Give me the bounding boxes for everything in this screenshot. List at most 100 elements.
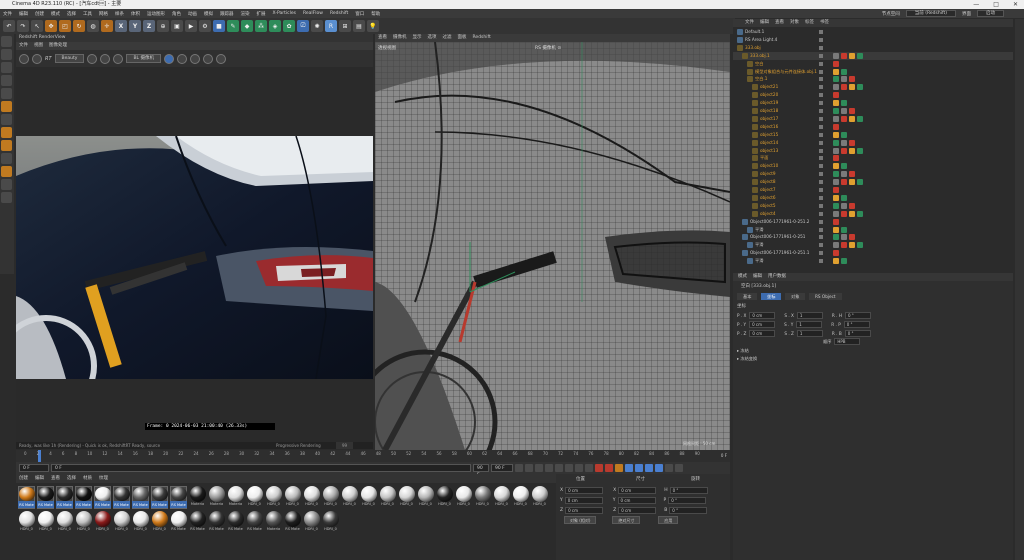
coord-rot-b-field[interactable]: 0 ° [669,507,708,514]
visibility-dot-icon[interactable] [819,148,823,153]
object-name[interactable]: 333.obj [745,44,761,52]
object-tag-icon[interactable] [857,242,863,249]
object-tag-icon[interactable] [833,147,839,154]
visibility-dot-icon[interactable] [819,132,823,137]
object-name[interactable]: object9 [760,170,776,178]
object-name[interactable]: object5 [760,202,776,210]
menu-item[interactable]: 工具 [83,11,92,17]
object-tag-icon[interactable] [841,100,847,107]
object-tag-icon[interactable] [841,202,847,209]
object-name[interactable]: object8 [760,178,776,186]
viewport-canvas[interactable] [375,42,730,450]
loop-icon[interactable] [585,464,593,472]
object-tag-icon[interactable] [849,115,855,122]
object-name[interactable]: Object006-1771961-0-251 [750,233,805,241]
coord-apply-button[interactable]: 应用 [658,516,679,524]
visibility-dot-icon[interactable] [819,45,823,50]
axis-x-button[interactable]: X [115,20,127,32]
viewport-menu-item[interactable]: 查看 [378,34,387,42]
edges-mode-icon[interactable] [1,75,12,86]
material-menu-item[interactable]: 选择 [67,474,76,483]
attr-pos-x-field[interactable]: 0 cm [749,312,776,319]
object-tag-icon[interactable] [857,84,863,91]
cloner-icon[interactable]: ⁂ [255,20,267,32]
object-tag-icon[interactable] [849,242,855,249]
attribute-menu-item[interactable]: 用户数据 [768,273,786,281]
object-tag-icon[interactable] [857,210,863,217]
material-swatch[interactable]: RS Mate [132,486,149,509]
object-menu-item[interactable]: 标签 [805,19,814,27]
object-name[interactable]: 平面 [760,154,768,162]
axis-y-button[interactable]: Y [129,20,141,32]
coord-pos-x-field[interactable]: 0 cm [565,487,604,494]
material-swatch[interactable]: RS Mate [170,511,187,534]
attr-order-select[interactable]: HPB [834,338,861,345]
viewport-camera-label[interactable]: RS 摄像机 ⊙ [535,45,561,51]
menu-item[interactable]: 动画 [188,11,197,17]
object-name[interactable]: object18 [760,107,778,115]
visibility-dot-icon[interactable] [819,61,823,66]
object-tag-icon[interactable] [849,84,855,91]
material-swatch[interactable]: RS Mate [189,511,206,534]
object-tag-icon[interactable] [833,250,839,257]
object-tag-icon[interactable] [833,139,839,146]
autokey-icon[interactable] [605,464,613,472]
menu-item[interactable]: 窗口 [355,11,364,17]
visibility-dot-icon[interactable] [819,37,823,42]
node-space-select[interactable]: 当前 (Redshift) [905,10,956,17]
material-swatch[interactable]: Materia [189,486,206,509]
object-tag-icon[interactable] [849,210,855,217]
material-swatch[interactable]: HDRI_0 [303,511,320,534]
rotate-icon[interactable]: ↻ [73,20,85,32]
object-tag-icon[interactable] [841,108,847,114]
lock-camera-icon[interactable] [163,53,174,64]
tab-basic[interactable]: 基本 [737,293,758,300]
object-name[interactable]: object7 [760,186,776,194]
object-tag-icon[interactable] [841,147,847,154]
material-swatch[interactable]: HDRI_0 [341,486,358,509]
keyframe-selection-icon[interactable] [615,464,623,472]
close-button[interactable]: ✕ [1013,0,1018,9]
menu-item[interactable]: 角色 [172,11,181,17]
object-tag-icon[interactable] [833,171,839,178]
visibility-dot-icon[interactable] [819,203,823,208]
select-icon[interactable]: ↖ [31,20,43,32]
cube-icon[interactable]: ■ [213,20,225,32]
viewport-menu-item[interactable]: 显示 [413,34,422,42]
material-swatch[interactable]: HDRI_0 [303,486,320,509]
object-name[interactable]: RS Area Light.4 [745,36,777,44]
snap-icon[interactable]: ⊞ [339,20,351,32]
material-swatch[interactable]: Materia [227,486,244,509]
object-name[interactable]: 空白.1 [755,75,767,83]
aov-mode-select[interactable]: Beauty [54,54,85,63]
tweak-icon[interactable] [1,114,12,125]
layer-icon[interactable] [1,192,12,203]
object-tag-icon[interactable] [833,155,839,162]
material-menu-item[interactable]: 查看 [51,474,60,483]
subdivision-icon[interactable]: ◆ [241,20,253,32]
visibility-dot-icon[interactable] [819,235,823,240]
crop-icon[interactable] [202,53,213,64]
material-swatch[interactable]: HDRI_0 [417,486,434,509]
object-tag-icon[interactable] [841,163,847,170]
recent-tools-icon[interactable]: ◍ [87,20,99,32]
environment-icon[interactable]: ✿ [283,20,295,32]
coord-system-icon[interactable]: ⊕ [157,20,169,32]
menu-item[interactable]: 体积 [131,11,140,17]
menu-item[interactable]: 模拟 [204,11,213,17]
object-tag-icon[interactable] [833,108,839,114]
object-tag-icon[interactable] [841,115,847,122]
object-tag-icon[interactable] [841,171,847,178]
renderview-menu-item[interactable]: 图像处理 [49,42,67,50]
object-tag-icon[interactable] [833,115,839,122]
renderview-menu-item[interactable]: 文件 [19,42,28,50]
object-tag-icon[interactable] [833,187,839,193]
object-tag-icon[interactable] [849,179,855,186]
object-tag-icon[interactable] [833,242,839,249]
visibility-dot-icon[interactable] [819,219,823,224]
maximize-button[interactable]: □ [993,0,999,9]
menu-item[interactable]: 编辑 [19,11,28,17]
material-menu-item[interactable]: 创建 [19,474,28,483]
material-swatch[interactable]: HDRI_0 [322,486,339,509]
go-end-icon[interactable] [575,464,583,472]
